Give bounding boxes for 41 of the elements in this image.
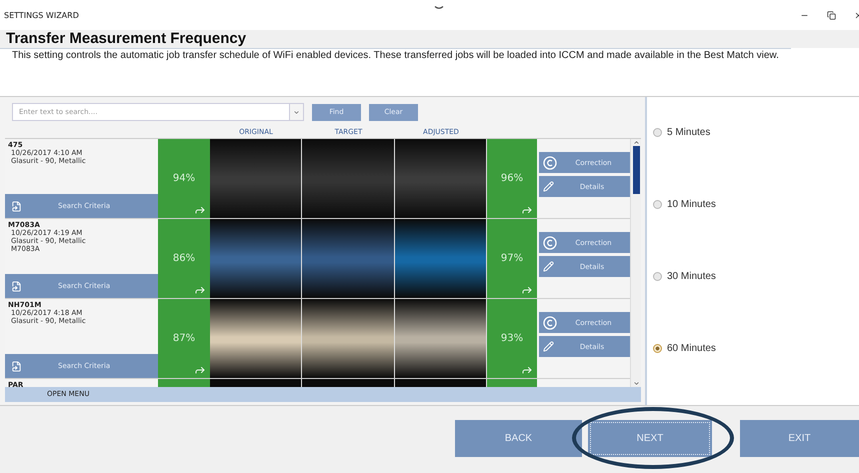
share-icon[interactable] (194, 364, 206, 376)
share-icon[interactable] (194, 204, 206, 216)
document-arrow-icon (11, 200, 22, 212)
share-icon[interactable] (194, 284, 206, 296)
dropdown-icon[interactable] (293, 108, 300, 116)
match-percent: 94% (172, 173, 196, 184)
match-percent: 87% (172, 333, 196, 344)
document-arrow-icon (11, 360, 22, 372)
pencil-icon (543, 181, 554, 192)
option-label[interactable]: 30 Minutes (667, 271, 716, 282)
c-in-circle-icon (543, 236, 557, 250)
share-icon[interactable] (521, 284, 533, 296)
match-percent: 86% (172, 253, 196, 264)
window-title: SETTINGS WIZARD (4, 10, 79, 20)
match-percent: 97% (500, 253, 524, 264)
match-percent: 96% (500, 173, 524, 184)
radio-button[interactable] (653, 272, 662, 281)
maximize-icon[interactable] (827, 10, 836, 20)
document-arrow-icon (11, 280, 22, 292)
page-heading: Transfer Measurement Frequency (0, 30, 859, 48)
radio-button[interactable] (653, 344, 662, 353)
scroll-down-icon[interactable] (632, 380, 640, 387)
pencil-icon (543, 261, 554, 272)
nav-button[interactable]: BACK (455, 420, 582, 457)
share-icon[interactable] (521, 364, 533, 376)
match-percent: 93% (500, 333, 524, 344)
scrollbar[interactable] (630, 139, 641, 387)
radio-button[interactable] (653, 128, 662, 137)
chevron-icon (434, 6, 444, 10)
share-icon[interactable] (521, 204, 533, 216)
c-in-circle-icon (543, 316, 557, 330)
option-label[interactable]: 10 Minutes (667, 199, 716, 210)
scroll-up-icon[interactable] (632, 139, 640, 146)
option-label[interactable]: 5 Minutes (667, 127, 710, 138)
radio-button[interactable] (653, 200, 662, 209)
nav-button[interactable]: EXIT (740, 420, 859, 457)
c-in-circle-icon (543, 156, 557, 170)
pencil-icon (543, 341, 554, 352)
page-description: This setting controls the automatic job transfer schedule of WiFi enabled devices. These transferred jobs will be loaded into ICCM and made available in the Best Match view. (0, 48, 791, 63)
nav-button[interactable]: NEXT (588, 420, 712, 457)
option-label[interactable]: 60 Minutes (667, 343, 716, 354)
